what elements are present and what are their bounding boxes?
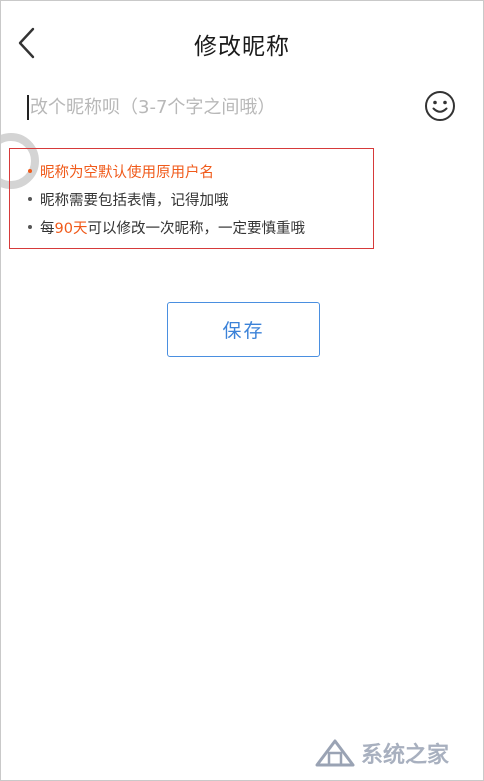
tip-text: 昵称需要包括表情，记得加哦	[40, 193, 229, 209]
watermark: 系统之家	[313, 731, 483, 779]
header-bar: 修改昵称	[1, 1, 483, 85]
emoji-button[interactable]	[423, 89, 457, 123]
smiley-icon	[425, 91, 455, 121]
tip-item: 昵称需要包括表情，记得加哦	[28, 189, 229, 210]
tip-item: 每90天可以修改一次昵称，一定要慎重哦	[28, 217, 305, 238]
tip-text-suffix: 可以修改一次昵称，一定要慎重哦	[87, 221, 305, 237]
watermark-text: 系统之家	[361, 743, 450, 768]
app-screen: 修改昵称 昵称为空默认使用原用户名 昵称需要包括表情，记得加哦 每90天可以修改…	[0, 0, 484, 781]
watermark-logo-icon	[315, 739, 355, 767]
tips-box: 昵称为空默认使用原用户名 昵称需要包括表情，记得加哦 每90天可以修改一次昵称，…	[9, 148, 374, 249]
page-title: 修改昵称	[194, 34, 290, 60]
tip-text: 昵称为空默认使用原用户名	[40, 165, 214, 181]
bullet-dot	[28, 197, 32, 201]
save-button[interactable]: 保存	[167, 302, 320, 357]
bullet-dot	[28, 169, 32, 173]
text-cursor	[27, 95, 29, 120]
tip-highlight-days: 90天	[54, 221, 88, 237]
nickname-input[interactable]	[30, 89, 410, 125]
bullet-dot	[28, 225, 32, 229]
tip-text-prefix: 每	[40, 221, 55, 237]
nickname-field-row	[25, 87, 465, 127]
tip-item: 昵称为空默认使用原用户名	[28, 161, 214, 182]
